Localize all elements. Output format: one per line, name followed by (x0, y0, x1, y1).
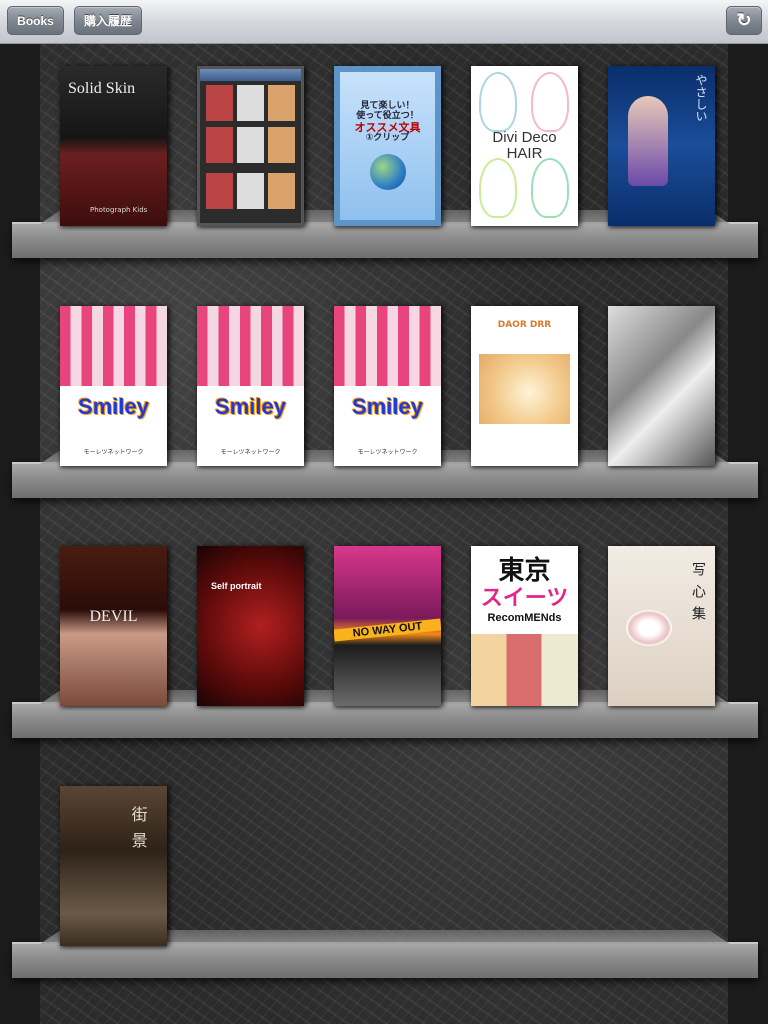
book-subtitle: モーレツネットワーク (220, 449, 281, 456)
book-title: 街景 (128, 806, 146, 858)
shelf-plank (12, 942, 758, 978)
cover-photo (334, 306, 441, 386)
book-smiley[interactable]: Smiley モーレツネットワーク (60, 306, 167, 466)
book-title: 写心集 (690, 562, 705, 628)
book-tokyo-sweets[interactable]: 東京 スイーツ RecomMENds (471, 546, 578, 706)
book-title: DAOR DRR (497, 320, 552, 330)
book-line: ①クリップ (365, 132, 410, 143)
book-title: Smiley (78, 394, 149, 419)
mini-shelf-row (206, 173, 295, 209)
cover-photo (197, 306, 304, 386)
book-title: Smiley (352, 394, 423, 419)
book-no-way-out[interactable]: NO WAY OUT (334, 546, 441, 706)
book-title: Self portrait (211, 581, 262, 591)
shelf-plank (12, 222, 758, 258)
globe-image (369, 153, 406, 190)
hair-illustration (479, 158, 517, 218)
book-portrait-collage[interactable] (608, 306, 715, 466)
mini-shelf-row (206, 85, 295, 121)
book-title: NO WAY OUT (334, 618, 441, 642)
book-devil[interactable]: DEVIL (60, 546, 167, 706)
book-dog[interactable]: DAOR DRR (471, 306, 578, 466)
teacup-photo (626, 610, 672, 646)
book-title: やさしい (694, 74, 708, 122)
book-title: Smiley (215, 394, 286, 419)
book-shashin[interactable]: 写心集 (608, 546, 715, 706)
book-title: スイーツ (480, 586, 569, 611)
book-title: Solid Skin (68, 80, 136, 97)
dog-photo (479, 354, 570, 424)
book-solid-skin[interactable]: Solid Skin Photograph Kids (60, 66, 167, 226)
book-title: DEVIL (89, 608, 138, 625)
book-divi-deco-hair[interactable]: Divi Deco HAIR (471, 66, 578, 226)
top-toolbar: Books 購入履歴 ↻ (0, 0, 768, 44)
book-self-portrait[interactable]: Self portrait (197, 546, 304, 706)
books-button[interactable]: Books (7, 6, 64, 35)
sweets-photos (471, 634, 578, 706)
hair-illustration (531, 158, 569, 218)
shelf-plank (12, 462, 758, 498)
mini-shelf-row (206, 127, 295, 163)
book-bookshelf-app[interactable] (197, 66, 304, 226)
book-tokei[interactable]: 街景 (60, 786, 167, 946)
book-subtitle: モーレツネットワーク (357, 449, 418, 456)
purchase-history-button[interactable]: 購入履歴 (74, 6, 142, 35)
cover-photo (60, 306, 167, 386)
mini-toolbar (200, 69, 301, 81)
book-subtitle: Photograph Kids (90, 206, 148, 214)
book-smiley[interactable]: Smiley モーレツネットワーク (334, 306, 441, 466)
book-subtitle: HAIR (506, 145, 543, 162)
shelf-plank (12, 702, 758, 738)
refresh-icon: ↻ (736, 10, 752, 30)
book-yoake[interactable]: やさしい (608, 66, 715, 226)
hair-illustration (531, 72, 569, 132)
book-smiley[interactable]: Smiley モーレツネットワーク (197, 306, 304, 466)
book-subtitle: RecomMENds (487, 612, 562, 624)
book-osusume-bunbougu[interactable]: 見て楽しい！ 使って役立つ！ オススメ文具 ①クリップ (334, 66, 441, 226)
refresh-button[interactable]: ↻ (726, 6, 762, 35)
girl-illustration (628, 96, 668, 186)
book-subtitle: モーレツネットワーク (83, 449, 144, 456)
hair-illustration (479, 72, 517, 132)
